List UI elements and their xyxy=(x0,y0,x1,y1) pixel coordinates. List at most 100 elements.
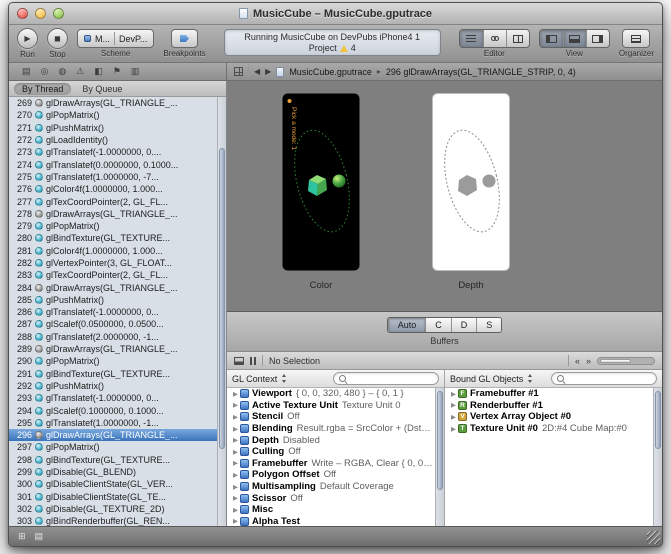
disclosure-triangle-icon[interactable]: ▶ xyxy=(231,494,240,502)
disclosure-triangle-icon[interactable]: ▶ xyxy=(449,425,458,433)
gl-state-row[interactable]: ▶ Stencil Off xyxy=(227,411,435,423)
bound-object-row[interactable]: ▶ R Renderbuffer #1 xyxy=(445,400,653,412)
gl-call-row[interactable]: 286 glTranslatef(-1.0000000, 0... xyxy=(9,306,217,318)
gl-call-row[interactable]: 303 glBindRenderbuffer(GL_REN... xyxy=(9,515,217,526)
page-previous-icon[interactable]: « xyxy=(575,356,580,366)
depth-buffer-preview[interactable]: Depth xyxy=(432,93,510,311)
breakpoints-button[interactable] xyxy=(171,29,198,48)
disclosure-triangle-icon[interactable]: ▶ xyxy=(449,413,458,421)
gl-state-row[interactable]: ▶ Framebuffer Write – RGBA, Clear { 0, 0… xyxy=(227,458,435,470)
assistant-editor-button[interactable] xyxy=(483,30,506,47)
gl-call-row[interactable]: 279 glPopMatrix() xyxy=(9,220,217,232)
stop-button[interactable]: ◼ xyxy=(47,28,68,49)
popup-arrows-icon[interactable] xyxy=(281,374,288,383)
gl-call-row[interactable]: 293 glTranslatef(-1.0000000, 0... xyxy=(9,392,217,404)
document-proxy-icon[interactable] xyxy=(239,8,248,19)
bound-objects-scrollbar-thumb[interactable] xyxy=(655,391,661,449)
standard-editor-button[interactable] xyxy=(460,30,483,47)
navigator-icon[interactable]: ◎ xyxy=(41,67,49,76)
gl-state-row[interactable]: ▶ Viewport { 0, 0, 320, 480 } – { 0, 1 } xyxy=(227,388,435,400)
bottom-bar-icon[interactable]: ⊞ xyxy=(18,532,26,541)
gl-call-row[interactable]: 299 glDisable(GL_BLEND) xyxy=(9,466,217,478)
back-button[interactable]: ◀ xyxy=(254,67,260,76)
disclosure-triangle-icon[interactable]: ▶ xyxy=(231,448,240,456)
toggle-navigator-button[interactable] xyxy=(540,30,563,47)
breadcrumb-call[interactable]: 296 glDrawArrays(GL_TRIANGLE_STRIP, 0, 4… xyxy=(386,67,576,77)
sidebar-scrollbar-thumb[interactable] xyxy=(219,148,225,448)
gl-call-row[interactable]: 297 glPopMatrix() xyxy=(9,441,217,453)
gl-state-row[interactable]: ▶ Depth Disabled xyxy=(227,434,435,446)
gl-call-row[interactable]: 273 glTranslatef(-1.0000000, 0.... xyxy=(9,146,217,158)
gl-call-row[interactable]: 296 glDrawArrays(GL_TRIANGLE_... xyxy=(9,429,217,441)
buffer-segment[interactable]: C xyxy=(425,318,451,332)
tab-by-queue[interactable]: By Queue xyxy=(74,83,130,95)
breadcrumb-file[interactable]: MusicCube.gputrace xyxy=(289,67,372,77)
title-bar[interactable]: MusicCube – MusicCube.gputrace xyxy=(9,3,662,25)
disclosure-triangle-icon[interactable]: ▶ xyxy=(231,413,240,421)
bound-objects-scrollbar[interactable] xyxy=(653,388,662,526)
bound-object-row[interactable]: ▶ F Framebuffer #1 xyxy=(445,388,653,400)
gl-state-row[interactable]: ▶ Blending Result.rgba = SrcColor + (Dst… xyxy=(227,423,435,435)
gl-call-row[interactable]: 288 glTranslatef(2.0000000, -1... xyxy=(9,331,217,343)
gl-context-title[interactable]: GL Context xyxy=(232,374,277,384)
navigator-icon[interactable]: ◧ xyxy=(94,67,103,76)
related-items-icon[interactable] xyxy=(234,67,243,76)
toggle-debug-area-button[interactable] xyxy=(563,30,586,47)
disclosure-triangle-icon[interactable]: ▶ xyxy=(449,401,458,409)
pause-icon[interactable] xyxy=(250,357,256,365)
gl-call-row[interactable]: 283 glTexCoordPointer(2, GL_FL... xyxy=(9,269,217,281)
gl-call-row[interactable]: 280 glBindTexture(GL_TEXTURE... xyxy=(9,232,217,244)
gl-call-row[interactable]: 298 glBindTexture(GL_TEXTURE... xyxy=(9,454,217,466)
resize-grip[interactable] xyxy=(647,531,660,544)
gl-state-row[interactable]: ▶ Polygon Offset Off xyxy=(227,469,435,481)
gl-call-row[interactable]: 295 glTranslatef(1.0000000, -1... xyxy=(9,417,217,429)
tab-by-thread[interactable]: By Thread xyxy=(14,83,71,95)
bound-object-row[interactable]: ▶ T Texture Unit #0 2D:#4 Cube Map:#0 xyxy=(445,423,653,435)
gl-call-row[interactable]: 282 glVertexPointer(3, GL_FLOAT... xyxy=(9,257,217,269)
popup-arrows-icon[interactable] xyxy=(527,374,534,383)
gl-state-row[interactable]: ▶ Misc xyxy=(227,504,435,516)
toggle-utilities-button[interactable] xyxy=(586,30,609,47)
gl-call-row[interactable]: 269 glDrawArrays(GL_TRIANGLE_... xyxy=(9,97,217,109)
gl-call-row[interactable]: 276 glColor4f(1.0000000, 1.000... xyxy=(9,183,217,195)
bound-objects-title[interactable]: Bound GL Objects xyxy=(450,374,523,384)
bound-object-row[interactable]: ▶ V Vertex Array Object #0 xyxy=(445,411,653,423)
navigator-icon[interactable]: ⚠ xyxy=(76,67,84,76)
navigator-icon[interactable]: ⚑ xyxy=(113,67,121,76)
version-editor-button[interactable] xyxy=(506,30,529,47)
gl-call-row[interactable]: 271 glPushMatrix() xyxy=(9,122,217,134)
run-button[interactable]: ▶ xyxy=(17,28,38,49)
gl-context-search-input[interactable] xyxy=(350,373,433,384)
disclosure-triangle-icon[interactable]: ▶ xyxy=(449,390,458,398)
forward-button[interactable]: ▶ xyxy=(265,67,271,76)
gl-context-scrollbar-thumb[interactable] xyxy=(437,391,443,490)
bottom-bar-icon[interactable]: ▤ xyxy=(35,532,44,541)
buffer-segment[interactable]: D xyxy=(451,318,477,332)
disclosure-triangle-icon[interactable]: ▶ xyxy=(231,483,240,491)
navigator-icon[interactable]: ▤ xyxy=(22,67,31,76)
frame-scrollbar-thumb[interactable] xyxy=(600,359,631,363)
buffer-segment[interactable]: S xyxy=(476,318,501,332)
gl-call-row[interactable]: 291 glBindTexture(GL_TEXTURE... xyxy=(9,368,217,380)
gl-call-row[interactable]: 275 glTranslatef(1.0000000, -7... xyxy=(9,171,217,183)
gl-state-row[interactable]: ▶ Multisampling Default Coverage xyxy=(227,481,435,493)
disclosure-triangle-icon[interactable]: ▶ xyxy=(231,436,240,444)
gl-call-row[interactable]: 292 glPushMatrix() xyxy=(9,380,217,392)
gl-call-row[interactable]: 272 glLoadIdentity() xyxy=(9,134,217,146)
gl-state-row[interactable]: ▶ Culling Off xyxy=(227,446,435,458)
gl-call-row[interactable]: 281 glColor4f(1.0000000, 1.000... xyxy=(9,245,217,257)
gl-call-row[interactable]: 270 glPopMatrix() xyxy=(9,109,217,121)
disclosure-triangle-icon[interactable]: ▶ xyxy=(231,471,240,479)
gl-call-row[interactable]: 284 glDrawArrays(GL_TRIANGLE_... xyxy=(9,281,217,293)
gl-call-row[interactable]: 294 glScalef(0.1000000, 0.1000... xyxy=(9,404,217,416)
gl-call-row[interactable]: 290 glPopMatrix() xyxy=(9,355,217,367)
navigator-icon[interactable]: ▥ xyxy=(131,67,140,76)
disclosure-triangle-icon[interactable]: ▶ xyxy=(231,425,240,433)
gl-call-row[interactable]: 278 glDrawArrays(GL_TRIANGLE_... xyxy=(9,208,217,220)
sidebar-scrollbar[interactable] xyxy=(217,97,226,526)
disclosure-triangle-icon[interactable]: ▶ xyxy=(231,506,240,514)
organizer-button[interactable] xyxy=(622,29,650,48)
gl-call-row[interactable]: 289 glDrawArrays(GL_TRIANGLE_... xyxy=(9,343,217,355)
frame-scrollbar[interactable] xyxy=(597,357,655,365)
gl-state-row[interactable]: ▶ Active Texture Unit Texture Unit 0 xyxy=(227,400,435,412)
